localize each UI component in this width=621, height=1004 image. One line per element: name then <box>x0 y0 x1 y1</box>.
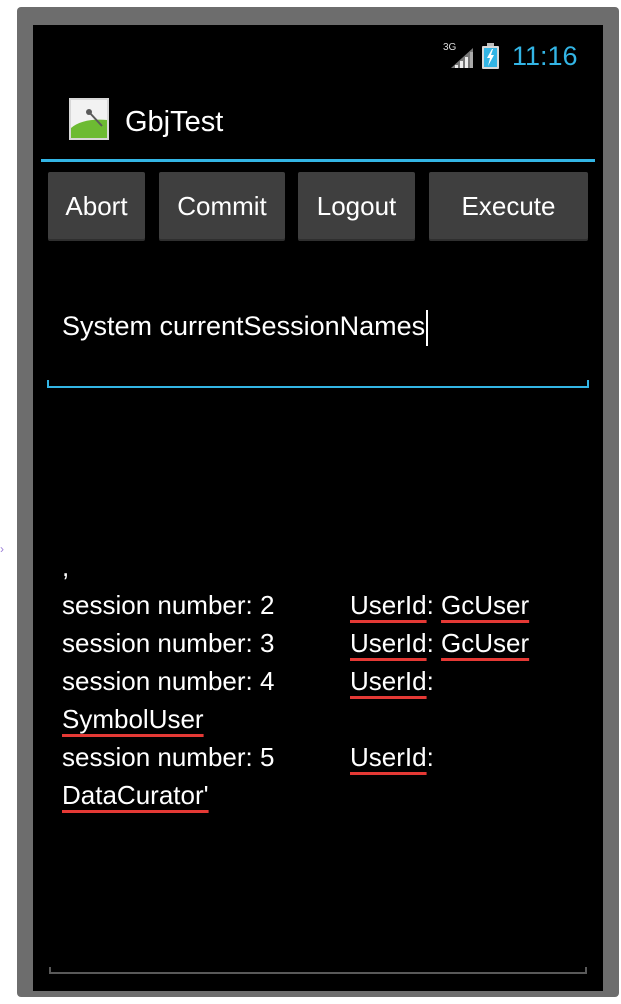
abort-button[interactable]: Abort <box>48 172 145 241</box>
session-userid-value: SymbolUser <box>62 704 204 734</box>
logout-button[interactable]: Logout <box>298 172 415 241</box>
command-input-value: System currentSessionNames <box>62 311 426 341</box>
session-userid: UserId: GcUser <box>350 590 530 620</box>
output-prefix: , <box>62 552 70 582</box>
session-label: session number: 3 <box>62 628 275 658</box>
edge-arrow-icon: › <box>0 542 4 556</box>
session-userid-label: UserId: <box>350 742 434 772</box>
text-cursor <box>426 309 429 346</box>
signal-icon <box>451 48 473 68</box>
session-userid-value: DataCurator' <box>62 780 209 810</box>
session-userid: UserId: GcUser <box>350 628 530 658</box>
session-label: session number: 2 <box>62 590 275 620</box>
session-line: session number: 5 UserId: <box>62 738 582 776</box>
battery-charging-icon <box>482 43 499 69</box>
android-app-icon <box>69 98 109 140</box>
session-line: session number: 2 UserId: GcUser <box>62 586 582 624</box>
command-input-text[interactable]: System currentSessionNames <box>62 308 429 346</box>
android-screen: 3G 11:16 GbjTest Abort Commit Logout Exe… <box>33 25 603 991</box>
session-userid-label: UserId: <box>350 666 434 696</box>
status-bar: 3G 11:16 <box>33 25 603 84</box>
session-output: , session number: 2 UserId: GcUser sessi… <box>62 548 582 814</box>
session-label: session number: 5 <box>62 742 275 772</box>
bottom-divider <box>49 967 587 974</box>
command-input[interactable]: System currentSessionNames <box>46 283 590 391</box>
session-line: session number: 4 UserId: <box>62 662 582 700</box>
action-bar: GbjTest <box>33 83 603 159</box>
app-title: GbjTest <box>125 106 224 138</box>
status-time: 11:16 <box>512 41 578 71</box>
action-bar-divider <box>41 159 595 162</box>
session-line: session number: 3 UserId: GcUser <box>62 624 582 662</box>
commit-button[interactable]: Commit <box>159 172 285 241</box>
execute-button[interactable]: Execute <box>429 172 588 241</box>
command-input-underline <box>47 380 589 388</box>
session-label: session number: 4 <box>62 666 275 696</box>
